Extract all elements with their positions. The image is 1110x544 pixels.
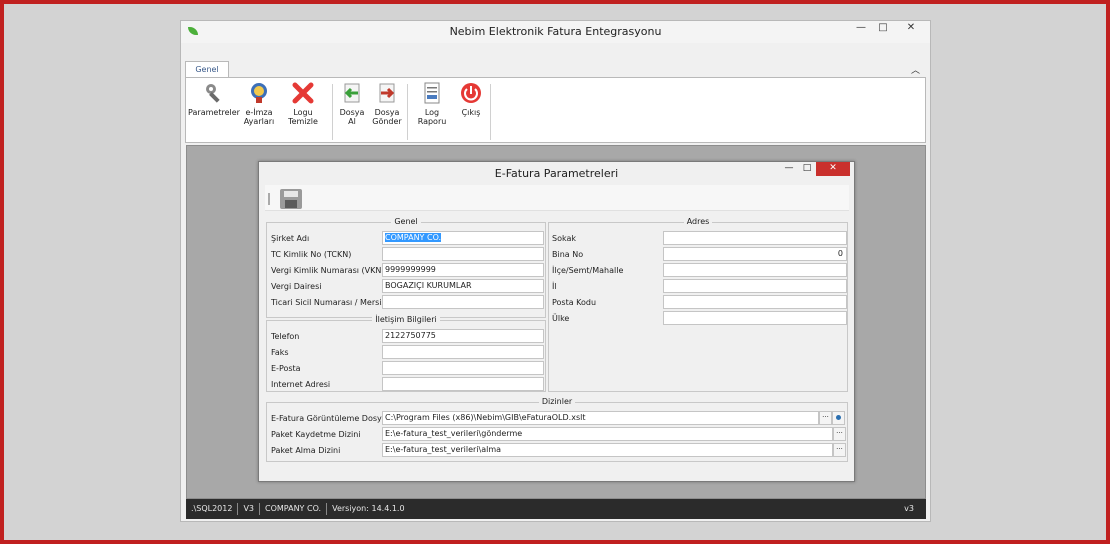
maximize-button[interactable]: □	[872, 21, 894, 37]
genel-group-title: Genel	[391, 217, 421, 226]
power-icon	[460, 82, 482, 104]
report-icon	[421, 82, 443, 104]
logu-temizle-button[interactable]: Logu Temizle	[278, 82, 328, 126]
status-version-short: V3	[238, 503, 260, 515]
window-title: Nebim Elektronik Fatura Entegrasyonu	[449, 25, 662, 38]
paket-alma-label: Paket Alma Dizini	[271, 446, 341, 455]
ribbon-separator	[332, 84, 333, 140]
sokak-label: Sokak	[552, 234, 576, 243]
adres-group: Adres Sokak Bina No 0 İlçe/Semt/Mahalle …	[548, 217, 848, 392]
wrench-icon	[203, 82, 225, 104]
adres-group-title: Adres	[683, 217, 713, 226]
vergi-dairesi-label: Vergi Dairesi	[271, 282, 322, 291]
ribbon-separator	[407, 84, 408, 140]
bina-no-input[interactable]: 0	[663, 247, 847, 261]
ribbon: Parametreler e-İmza Ayarları Logu Temizl…	[185, 77, 926, 143]
status-bar: .\SQL2012 V3 COMPANY CO. Versiyon: 14.4.…	[186, 499, 926, 519]
dizinler-group: Dizinler E-Fatura Görüntüleme Dosyası C:…	[266, 397, 848, 462]
goruntuleme-browse-button[interactable]: ···	[819, 411, 832, 425]
dialog-maximize-button[interactable]: □	[798, 162, 816, 176]
logu-temizle-label: Logu Temizle	[288, 108, 318, 126]
eimza-ayarlari-button[interactable]: e-İmza Ayarları	[240, 82, 278, 126]
send-file-icon	[376, 82, 398, 104]
genel-group: Genel Şirket Adı COMPANY CO. TC Kimlik N…	[266, 217, 546, 318]
telefon-label: Telefon	[271, 332, 300, 341]
vkn-input[interactable]: 9999999999	[382, 263, 544, 277]
receive-file-icon	[341, 82, 363, 104]
tab-genel[interactable]: Genel	[185, 61, 229, 78]
status-server: .\SQL2012	[186, 503, 239, 515]
collapse-ribbon-button[interactable]: ︿	[911, 63, 920, 76]
dialog-title-bar: E-Fatura Parametreleri — □ ✕	[259, 162, 854, 184]
dosya-al-label-1: Dosya	[339, 108, 365, 117]
dialog-toolbar	[265, 185, 849, 211]
cikis-button[interactable]: Çıkış	[456, 82, 486, 117]
dosya-gonder-label-1: Dosya	[374, 108, 400, 117]
sokak-input[interactable]	[663, 231, 847, 245]
posta-kodu-input[interactable]	[663, 295, 847, 309]
bina-no-label: Bina No	[552, 250, 584, 259]
goruntuleme-label: E-Fatura Görüntüleme Dosyası	[271, 414, 394, 423]
sirket-adi-label: Şirket Adı	[271, 234, 310, 243]
iletisim-group: İletişim Bilgileri Telefon 2122750775 Fa…	[266, 315, 546, 392]
log-raporu-button[interactable]: Log Raporu	[410, 82, 454, 126]
close-button[interactable]: ✕	[894, 21, 928, 37]
ilce-input[interactable]	[663, 263, 847, 277]
ticari-sicil-input[interactable]	[382, 295, 544, 309]
vergi-dairesi-input[interactable]: BOGAZIÇI KURUMLAR	[382, 279, 544, 293]
paket-alma-input[interactable]: E:\e-fatura_test_verileri\alma	[382, 443, 833, 457]
ticari-sicil-label: Ticari Sicil Numarası / Mersis No	[271, 298, 400, 307]
iletisim-group-title: İletişim Bilgileri	[372, 315, 440, 324]
faks-input[interactable]	[382, 345, 544, 359]
ilce-label: İlçe/Semt/Mahalle	[552, 266, 624, 275]
parametreler-label: Parametreler	[188, 108, 240, 117]
paket-kaydetme-input[interactable]: E:\e-fatura_test_verileri\gönderme	[382, 427, 833, 441]
il-label: İl	[552, 282, 557, 291]
status-version: Versiyon: 14.4.1.0	[332, 504, 405, 513]
internet-input[interactable]	[382, 377, 544, 391]
telefon-input[interactable]: 2122750775	[382, 329, 544, 343]
internet-label: Internet Adresi	[271, 380, 331, 389]
status-company: COMPANY CO.	[260, 503, 328, 515]
parametreler-button[interactable]: Parametreler	[188, 82, 240, 117]
dosya-al-button[interactable]: Dosya Al	[336, 82, 368, 126]
dosya-gonder-label-2: Gönder	[372, 117, 402, 126]
ribbon-area: Genel ︿ Parametreler e-İmza Ayarları Log…	[181, 43, 930, 143]
status-right: v3	[904, 504, 914, 513]
faks-label: Faks	[271, 348, 289, 357]
sirket-adi-input[interactable]: COMPANY CO.	[382, 231, 544, 245]
certificate-icon	[248, 82, 270, 104]
minimize-button[interactable]: —	[850, 21, 872, 37]
eposta-label: E-Posta	[271, 364, 301, 373]
cikis-label: Çıkış	[461, 108, 481, 117]
ribbon-separator	[490, 84, 491, 140]
goruntuleme-input[interactable]: C:\Program Files (x86)\Nebim\GIB\eFatura…	[382, 411, 819, 425]
tckn-label: TC Kimlik No (TCKN)	[271, 250, 352, 259]
eposta-input[interactable]	[382, 361, 544, 375]
paket-kaydetme-browse-button[interactable]: ···	[833, 427, 846, 441]
posta-kodu-label: Posta Kodu	[552, 298, 597, 307]
paket-kaydetme-label: Paket Kaydetme Dizini	[271, 430, 361, 439]
vkn-label: Vergi Kimlik Numarası (VKN)	[271, 266, 385, 275]
log-raporu-label: Log Raporu	[417, 108, 447, 126]
dialog-minimize-button[interactable]: —	[780, 162, 798, 176]
ulke-input[interactable]	[663, 311, 847, 325]
tckn-input[interactable]	[382, 247, 544, 261]
dizinler-group-title: Dizinler	[538, 397, 576, 406]
dosya-al-label-2: Al	[348, 117, 356, 126]
eimza-label-1: e-İmza	[245, 108, 273, 117]
save-icon[interactable]	[280, 189, 302, 209]
dialog-title: E-Fatura Parametreleri	[494, 167, 619, 180]
il-input[interactable]	[663, 279, 847, 293]
delete-x-icon	[292, 82, 314, 104]
view-icon[interactable]	[832, 411, 845, 425]
paket-alma-browse-button[interactable]: ···	[833, 443, 846, 457]
eimza-label-2: Ayarları	[243, 117, 275, 126]
dosya-gonder-button[interactable]: Dosya Gönder	[370, 82, 404, 126]
efatura-parametreleri-dialog: E-Fatura Parametreleri — □ ✕ Genel Şirke…	[258, 161, 855, 482]
ulke-label: Ülke	[552, 314, 570, 323]
title-bar: Nebim Elektronik Fatura Entegrasyonu — □…	[181, 21, 930, 43]
toolbar-grip	[268, 193, 270, 205]
dialog-close-button[interactable]: ✕	[816, 162, 850, 176]
